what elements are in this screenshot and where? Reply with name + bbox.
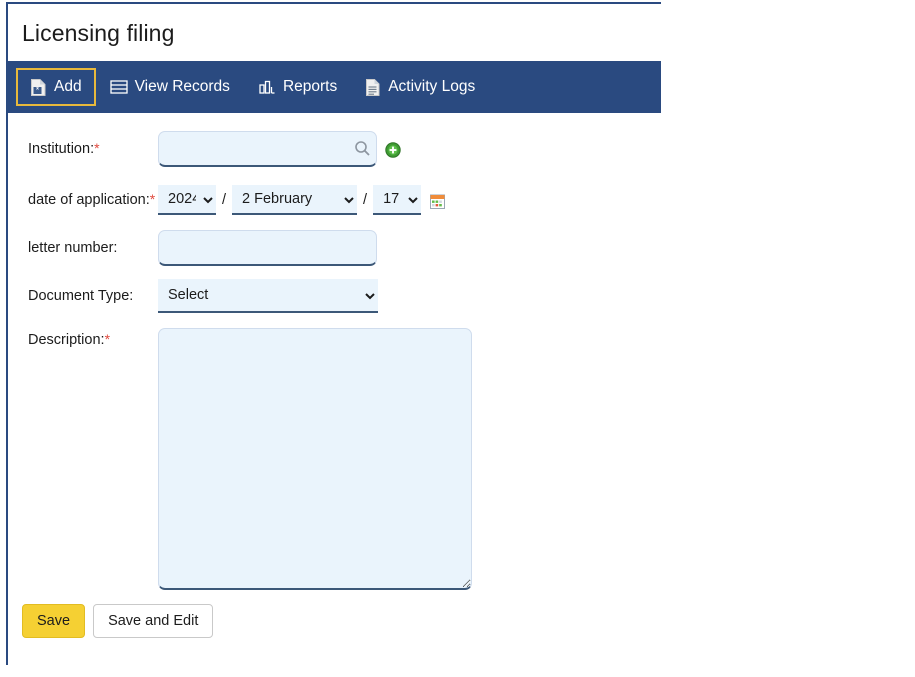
institution-label-text: Institution:	[28, 141, 95, 158]
form-row-description: Description:*	[0, 320, 661, 604]
document-type-label: Document Type:	[28, 287, 134, 304]
document-add-icon: *	[30, 78, 47, 97]
tab-view-records[interactable]: View Records	[96, 68, 244, 106]
form-actions: Save Save and Edit	[0, 604, 661, 638]
date-month-select[interactable]: 2 February	[232, 185, 358, 215]
document-lines-icon	[365, 78, 381, 97]
tab-add[interactable]: * Add	[16, 68, 96, 106]
form-row-letter-number: letter number:	[0, 224, 661, 272]
plus-circle-icon[interactable]	[385, 141, 401, 163]
description-textarea[interactable]	[158, 328, 472, 590]
date-of-application-label-text: date of application:	[28, 192, 150, 209]
letter-number-label: letter number:	[28, 239, 118, 256]
tab-view-records-label: View Records	[134, 78, 230, 96]
date-separator-2: /	[363, 192, 368, 208]
date-of-application-required-marker: *	[149, 191, 156, 208]
date-of-application-label: date of application:*	[0, 192, 158, 208]
institution-label: Institution:*	[0, 141, 158, 157]
bar-chart-icon	[258, 79, 276, 95]
tab-activity-logs-label: Activity Logs	[388, 78, 476, 96]
description-label: Description:*	[0, 328, 158, 348]
tab-reports-label: Reports	[282, 78, 338, 96]
date-day-select[interactable]: 17	[373, 185, 422, 215]
institution-required-marker: *	[94, 140, 100, 157]
page-title: Licensing filing	[22, 20, 175, 46]
calendar-icon[interactable]	[429, 193, 446, 215]
description-label-text: Description:	[28, 332, 105, 348]
save-button[interactable]: Save	[22, 604, 86, 638]
svg-text:*: *	[36, 85, 40, 95]
form-row-document-type: Document Type: Select	[0, 272, 661, 320]
table-rows-icon	[109, 79, 128, 95]
letter-number-input[interactable]	[158, 230, 377, 266]
date-year-select[interactable]: 2024	[158, 185, 216, 215]
tab-reports[interactable]: Reports	[244, 68, 351, 106]
save-and-edit-button[interactable]: Save and Edit	[93, 604, 214, 638]
tab-add-label: Add	[54, 78, 82, 96]
description-required-marker: *	[104, 331, 111, 347]
form-row-date-of-application: date of application:* 2024 / 2 February …	[0, 176, 661, 224]
institution-input[interactable]	[158, 131, 377, 167]
institution-input-wrap	[158, 131, 377, 167]
form-row-institution: Institution:*	[0, 122, 661, 176]
tab-activity-logs[interactable]: Activity Logs	[351, 68, 489, 106]
magnifier-icon[interactable]	[354, 140, 371, 162]
document-type-select[interactable]: Select	[158, 279, 378, 313]
date-separator-1: /	[222, 192, 227, 208]
main-navigation-tabs: * Add View Records Reports Activity Logs	[6, 61, 661, 113]
licensing-filing-form: Institution:* date of application:* 2024…	[0, 122, 661, 638]
